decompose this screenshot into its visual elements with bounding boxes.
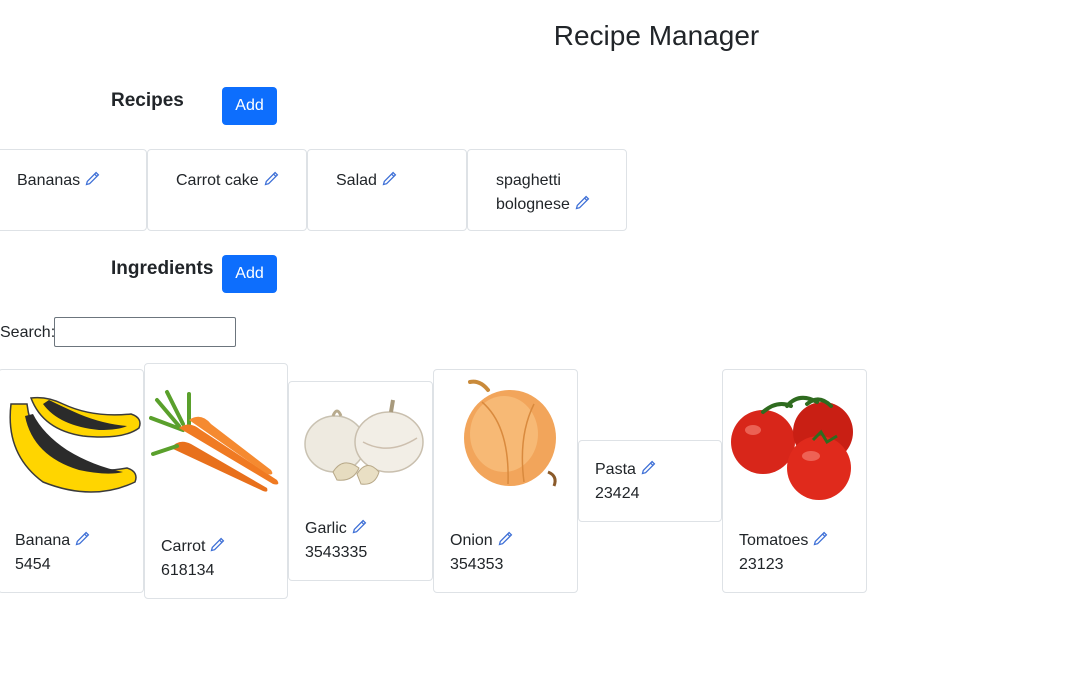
recipes-heading: Recipes [111, 90, 184, 111]
ingredient-quantity: 3543335 [305, 544, 368, 561]
ingredient-quantity: 618134 [161, 562, 215, 579]
tomatoes-image [731, 395, 853, 500]
ingredient-name: Banana [15, 532, 71, 549]
carrot-image [149, 390, 279, 492]
recipe-name: spaghetti bolognese [496, 172, 570, 213]
ingredient-card-banana[interactable]: Banana 5454 [0, 369, 144, 593]
pencil-icon[interactable] [351, 519, 367, 543]
recipe-card-spaghetti-bolognese[interactable]: spaghetti bolognese [467, 149, 627, 231]
recipe-name: Salad [336, 172, 377, 189]
ingredient-name: Pasta [595, 461, 636, 478]
recipe-card-carrot-cake[interactable]: Carrot cake [147, 149, 307, 231]
ingredient-card-pasta[interactable]: Pasta 23424 [578, 440, 722, 522]
pencil-icon[interactable] [812, 531, 828, 555]
garlic-image [304, 399, 424, 485]
ingredient-name: Onion [450, 532, 493, 549]
recipe-card-salad[interactable]: Salad [307, 149, 467, 231]
pencil-icon[interactable] [640, 460, 656, 484]
ingredients-heading: Ingredients [111, 258, 214, 279]
ingredient-card-tomatoes[interactable]: Tomatoes 23123 [722, 369, 867, 593]
ingredient-name: Tomatoes [739, 532, 809, 549]
recipe-name: Bananas [17, 172, 81, 189]
search-input[interactable] [54, 317, 236, 347]
banana-image [9, 396, 141, 493]
ingredient-quantity: 5454 [15, 556, 51, 573]
ingredient-card-garlic[interactable]: Garlic 3543335 [288, 381, 433, 581]
pencil-icon[interactable] [74, 531, 90, 555]
pencil-icon[interactable] [84, 171, 100, 195]
ingredient-card-carrot[interactable]: Carrot 618134 [144, 363, 288, 599]
ingredient-name: Carrot [161, 538, 206, 555]
page-title: Recipe Manager [553, 19, 760, 51]
ingredient-quantity: 23123 [739, 556, 784, 573]
ingredient-quantity: 354353 [450, 556, 504, 573]
onion-image [464, 379, 557, 487]
pencil-icon[interactable] [574, 195, 590, 219]
ingredient-card-onion[interactable]: Onion 354353 [433, 369, 578, 593]
add-recipe-button[interactable]: Add [222, 87, 277, 125]
add-ingredient-button[interactable]: Add [222, 255, 277, 293]
pencil-icon[interactable] [263, 171, 279, 195]
pencil-icon[interactable] [381, 171, 397, 195]
ingredient-name: Garlic [305, 520, 347, 537]
recipe-name: Carrot cake [176, 172, 259, 189]
ingredient-quantity: 23424 [595, 485, 640, 502]
pencil-icon[interactable] [209, 537, 225, 561]
pencil-icon[interactable] [497, 531, 513, 555]
search-label: Search: [0, 324, 56, 341]
recipe-card-bananas[interactable]: Bananas [0, 149, 147, 231]
